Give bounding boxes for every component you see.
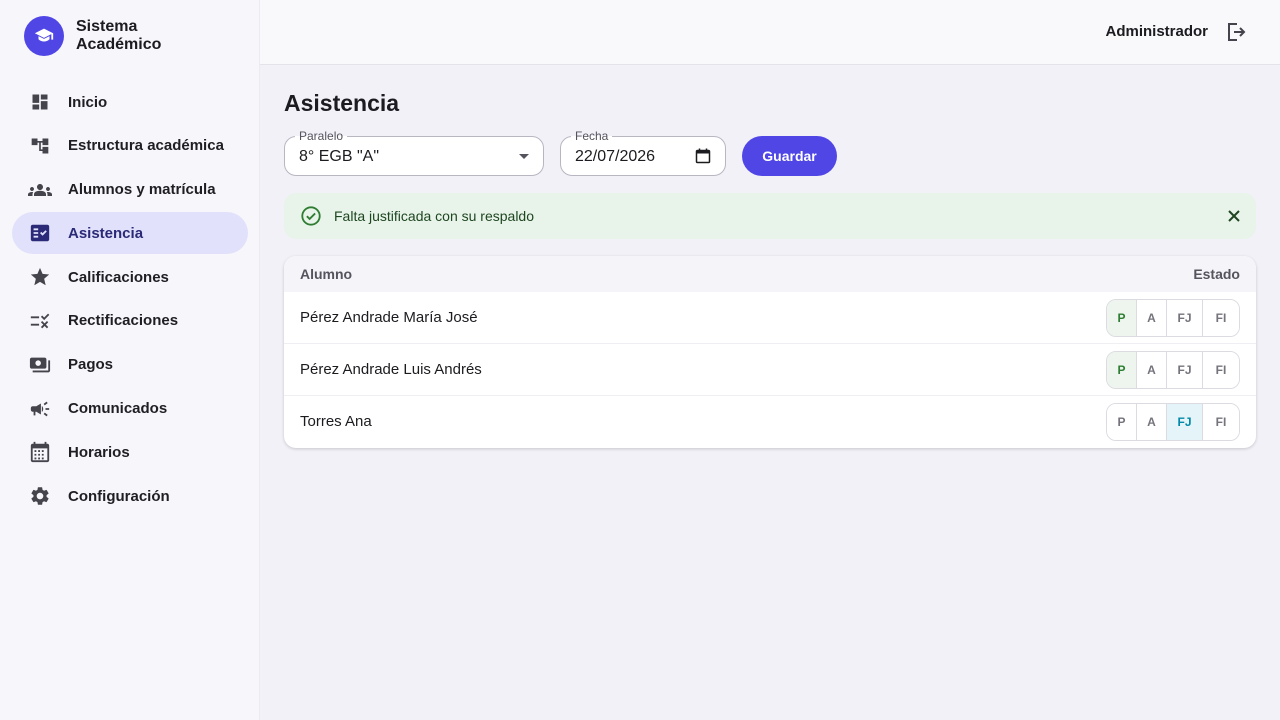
sidebar-item-label: Calificaciones [68, 268, 169, 286]
sidebar-item-rectificaciones[interactable]: Rectificaciones [12, 300, 248, 342]
success-alert: Falta justificada con su respaldo [284, 193, 1256, 239]
close-icon[interactable] [1226, 208, 1242, 229]
graduation-cap-icon [24, 16, 64, 56]
sidebar-item-label: Pagos [68, 356, 114, 374]
people-icon [28, 178, 52, 202]
status-option-a[interactable]: A [1137, 352, 1167, 388]
sidebar-item-configuracion[interactable]: Configuración [12, 475, 248, 517]
status-option-fi[interactable]: FI [1203, 300, 1239, 336]
sidebar-item-horarios[interactable]: Horarios [12, 431, 248, 473]
status-toggle-group: P A FJ FI [1106, 299, 1240, 337]
payments-icon [28, 353, 52, 377]
sidebar-item-calificaciones[interactable]: Calificaciones [12, 256, 248, 298]
campaign-icon [28, 397, 52, 421]
account-tree-icon [28, 134, 52, 158]
page-title: Asistencia [284, 90, 400, 116]
brand-title: Sistema Académico [76, 18, 162, 53]
attendance-table: Alumno Estado Pérez Andrade María José P… [284, 256, 1256, 448]
status-option-fj[interactable]: FJ [1167, 352, 1203, 388]
student-name: Pérez Andrade Luis Andrés [300, 361, 482, 378]
sidebar-item-asistencia[interactable]: Asistencia [12, 212, 248, 255]
sidebar-item-estructura[interactable]: Estructura académica [12, 125, 248, 167]
star-icon [28, 265, 52, 289]
sidebar-item-label: Comunicados [68, 400, 168, 418]
table-row: Torres Ana P A FJ FI [284, 396, 1256, 448]
status-option-a[interactable]: A [1137, 300, 1167, 336]
status-option-fi[interactable]: FI [1203, 352, 1239, 388]
gear-icon [28, 484, 52, 508]
status-option-p[interactable]: P [1107, 300, 1137, 336]
sidebar: Sistema Académico Inicio Estructura acad… [0, 0, 260, 720]
sidebar-item-alumnos[interactable]: Alumnos y matrícula [12, 169, 248, 211]
status-option-fj[interactable]: FJ [1167, 404, 1203, 440]
fecha-value: 22/07/2026 [575, 148, 656, 165]
sidebar-item-label: Configuración [68, 487, 170, 505]
brand: Sistema Académico [24, 16, 186, 56]
table-row: Pérez Andrade María José P A FJ FI [284, 292, 1256, 344]
sidebar-item-label: Asistencia [68, 224, 144, 242]
column-header-estado: Estado [1193, 266, 1240, 282]
student-name: Pérez Andrade María José [300, 309, 478, 326]
sidebar-item-label: Rectificaciones [68, 312, 179, 330]
save-button[interactable]: Guardar [742, 136, 837, 176]
status-option-a[interactable]: A [1137, 404, 1167, 440]
topbar: Administrador [260, 0, 1280, 65]
user-name: Administrador [1105, 23, 1208, 40]
status-toggle-group: P A FJ FI [1106, 403, 1240, 441]
sidebar-item-label: Horarios [68, 443, 130, 461]
fact-check-icon [28, 221, 52, 245]
dropdown-arrow-icon [519, 154, 529, 159]
paralelo-value: 8° EGB "A" [299, 148, 380, 165]
fecha-input[interactable]: Fecha 22/07/2026 [560, 129, 726, 176]
sidebar-nav: Inicio Estructura académica Alumnos y ma… [12, 81, 248, 519]
sidebar-item-label: Estructura académica [68, 137, 224, 155]
student-name: Torres Ana [300, 413, 372, 430]
status-option-p[interactable]: P [1107, 404, 1137, 440]
calendar-icon [28, 440, 52, 464]
fecha-label: Fecha [571, 129, 613, 143]
sidebar-item-comunicados[interactable]: Comunicados [12, 388, 248, 430]
dashboard-icon [28, 90, 52, 114]
table-header: Alumno Estado [284, 256, 1256, 292]
sidebar-item-inicio[interactable]: Inicio [12, 81, 248, 123]
check-circle-icon [300, 205, 322, 232]
status-toggle-group: P A FJ FI [1106, 351, 1240, 389]
sidebar-item-label: Alumnos y matrícula [68, 181, 216, 199]
rule-icon [28, 309, 52, 333]
sidebar-item-pagos[interactable]: Pagos [12, 344, 248, 386]
calendar-picker-icon[interactable] [695, 148, 711, 169]
column-header-alumno: Alumno [300, 266, 353, 282]
paralelo-label: Paralelo [295, 129, 348, 143]
paralelo-select[interactable]: Paralelo 8° EGB "A" [284, 129, 544, 176]
status-option-fj[interactable]: FJ [1167, 300, 1203, 336]
logout-icon[interactable] [1224, 20, 1248, 44]
alert-message: Falta justificada con su respaldo [334, 208, 534, 224]
status-option-fi[interactable]: FI [1203, 404, 1239, 440]
table-row: Pérez Andrade Luis Andrés P A FJ FI [284, 344, 1256, 396]
status-option-p[interactable]: P [1107, 352, 1137, 388]
sidebar-item-label: Inicio [68, 93, 108, 111]
